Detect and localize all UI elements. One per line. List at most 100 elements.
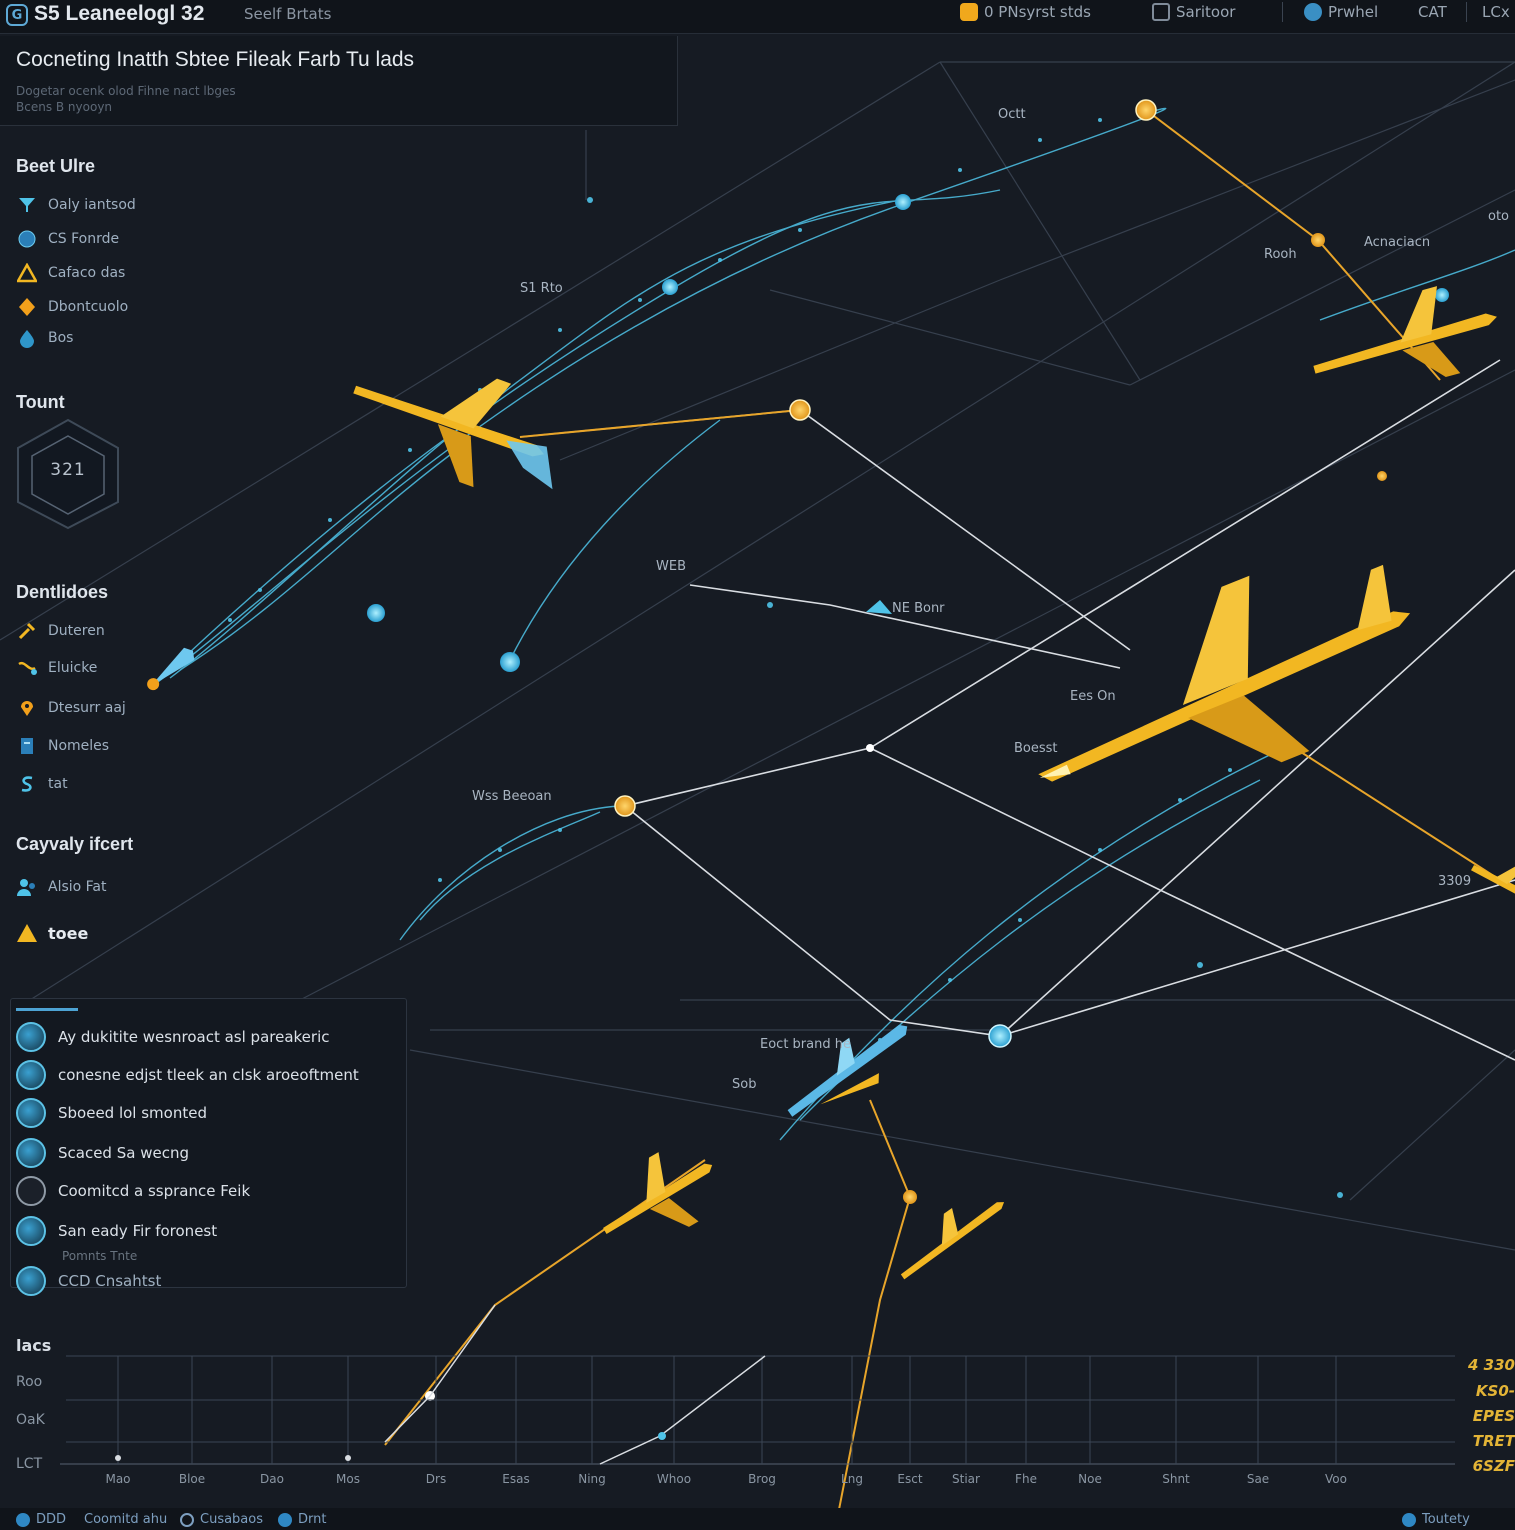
notification-item[interactable]: San eady Fir foronest bbox=[16, 1216, 217, 1246]
notification-subtext: Pomnts Tnte bbox=[62, 1249, 138, 1263]
bottom-item[interactable]: Toutety bbox=[1402, 1512, 1470, 1527]
bottom-item[interactable]: Coomitd ahu bbox=[84, 1512, 167, 1527]
timeline-y-label: Roo bbox=[16, 1374, 43, 1390]
map-label: Boesst bbox=[1014, 741, 1058, 756]
node-cyan[interactable] bbox=[1435, 288, 1449, 302]
cat-button[interactable]: CAT bbox=[1418, 0, 1447, 24]
notification-icon bbox=[16, 1060, 46, 1090]
app-logo-icon[interactable]: G bbox=[6, 4, 28, 26]
map-label: Rooh bbox=[1264, 247, 1297, 262]
node-cyan[interactable] bbox=[662, 279, 678, 295]
diamond-icon bbox=[16, 296, 38, 318]
node-yellow[interactable] bbox=[614, 795, 636, 817]
capacity-item[interactable]: toee bbox=[16, 922, 88, 944]
flight-route-map[interactable]: Octt S1 Rto Rooh Acnaciacn oto WEB NE Bo… bbox=[0, 0, 1515, 1530]
details-item-label: tat bbox=[48, 776, 68, 792]
legend-item-label: Oaly iantsod bbox=[48, 197, 136, 213]
panel-accent bbox=[16, 1008, 78, 1011]
aircraft-cyan-small[interactable] bbox=[866, 600, 892, 614]
globe-icon bbox=[16, 1512, 30, 1527]
map-label: NE Bonr bbox=[892, 601, 945, 616]
legend-item[interactable]: Cafaco das bbox=[16, 262, 125, 284]
details-item[interactable]: Eluicke bbox=[16, 657, 97, 679]
node-cyan[interactable] bbox=[500, 652, 520, 672]
timeline-y-label: LCT bbox=[16, 1456, 43, 1472]
node-cyan[interactable] bbox=[988, 1024, 1012, 1048]
timeline-x-label: Lng bbox=[841, 1472, 863, 1486]
aircraft-cyan[interactable] bbox=[774, 1007, 925, 1135]
map-label: Ees On bbox=[1070, 689, 1116, 704]
legend-item-label: Cafaco das bbox=[48, 265, 126, 281]
node-cyan[interactable] bbox=[895, 194, 911, 210]
legend-item[interactable]: Bos bbox=[16, 327, 73, 349]
node-yellow[interactable] bbox=[1311, 233, 1325, 247]
timeline-right-label: 6SZF bbox=[1472, 1457, 1515, 1475]
route-icon bbox=[16, 657, 38, 679]
notification-item[interactable]: CCD Cnsahtst bbox=[16, 1266, 161, 1296]
bottom-item[interactable]: DDD bbox=[16, 1512, 66, 1527]
notification-item[interactable]: Coomitcd a ssprance Feik bbox=[16, 1176, 250, 1206]
node-white[interactable] bbox=[425, 1391, 435, 1401]
notification-item[interactable]: Scaced Sa wecng bbox=[16, 1138, 189, 1168]
bottom-item-label: Drnt bbox=[298, 1512, 327, 1527]
timeline-y-label: OaK bbox=[16, 1412, 45, 1428]
notification-item[interactable]: conesne edjst tleek an clsk aroeoftment bbox=[16, 1060, 359, 1090]
details-item[interactable]: Duteren bbox=[16, 620, 105, 642]
app-subtitle: Seelf Brtats bbox=[244, 5, 332, 23]
timeline-x-label: Brog bbox=[748, 1472, 776, 1486]
lc-button[interactable]: LCx bbox=[1482, 0, 1510, 24]
status-button-label: 0 PNsyrst stds bbox=[984, 3, 1091, 21]
legend-item[interactable]: Dbontcuolo bbox=[16, 296, 128, 318]
aircraft-yellow[interactable] bbox=[1471, 846, 1515, 902]
timeline-right-label: TRET bbox=[1472, 1432, 1515, 1450]
divider bbox=[1466, 2, 1467, 22]
top-bar bbox=[0, 0, 1515, 34]
node-yellow[interactable] bbox=[1135, 99, 1157, 121]
details-item[interactable]: Nomeles bbox=[16, 735, 109, 757]
node-yellow[interactable] bbox=[903, 1190, 917, 1204]
bottom-item-label: DDD bbox=[36, 1512, 67, 1527]
timeline-x-label: Mao bbox=[105, 1472, 131, 1486]
notification-icon bbox=[16, 1138, 46, 1168]
map-label: Eoct brand he bbox=[760, 1037, 851, 1052]
notification-item[interactable]: Sboeed lol smonted bbox=[16, 1098, 207, 1128]
settings-icon bbox=[1152, 3, 1170, 21]
warning-icon bbox=[16, 922, 38, 944]
notification-text: CCD Cnsahtst bbox=[58, 1272, 162, 1290]
timeline-x-label: Bloe bbox=[178, 1472, 206, 1486]
details-item[interactable]: tat bbox=[16, 773, 68, 795]
cat-button-label: CAT bbox=[1418, 3, 1447, 21]
notification-text: Sboeed lol smonted bbox=[58, 1104, 207, 1122]
circle-icon bbox=[180, 1512, 194, 1527]
bottom-item[interactable]: Drnt bbox=[278, 1512, 326, 1527]
status-button[interactable]: 0 PNsyrst stds bbox=[960, 0, 1091, 24]
timeline-right-label: 4 330 bbox=[1468, 1356, 1515, 1374]
legend-item[interactable]: Oaly iantsod bbox=[16, 194, 136, 216]
notification-icon bbox=[16, 1266, 46, 1296]
timeline-right-label: EPES bbox=[1472, 1407, 1515, 1425]
pin-icon bbox=[16, 697, 38, 719]
node-yellow[interactable] bbox=[1377, 471, 1387, 481]
profile-button[interactable]: Prwhel bbox=[1304, 0, 1378, 24]
legend-item[interactable]: CS Fonrde bbox=[16, 228, 119, 250]
bottom-item[interactable]: Cusabaos bbox=[180, 1512, 263, 1527]
node-white[interactable] bbox=[866, 744, 874, 752]
settings-button[interactable]: Saritoor bbox=[1152, 0, 1235, 24]
details-item[interactable]: Dtesurr aaj bbox=[16, 697, 126, 719]
count-value: 321 bbox=[50, 460, 86, 480]
aircraft-yellow[interactable] bbox=[584, 1132, 733, 1264]
timeline-x-label: Noe bbox=[1078, 1472, 1102, 1486]
timeline-x-label: Stiar bbox=[952, 1472, 980, 1486]
aircraft-cyan[interactable] bbox=[143, 645, 198, 695]
details-title: Dentlidoes bbox=[16, 582, 109, 602]
node-cyan[interactable] bbox=[367, 604, 385, 622]
capacity-item[interactable]: Alsio Fat bbox=[16, 876, 107, 898]
timeline-x-label: Voo bbox=[1325, 1472, 1347, 1486]
node-yellow[interactable] bbox=[789, 399, 811, 421]
page-subtitle-secondary: Bcens B nyooyn bbox=[16, 100, 113, 114]
s-icon bbox=[16, 773, 38, 795]
people-icon bbox=[16, 876, 38, 898]
app-logo-glyph: G bbox=[11, 7, 23, 23]
notification-item[interactable]: Ay dukitite wesnroact asl pareakeric bbox=[16, 1022, 330, 1052]
timeline-title: lacs bbox=[16, 1336, 52, 1355]
